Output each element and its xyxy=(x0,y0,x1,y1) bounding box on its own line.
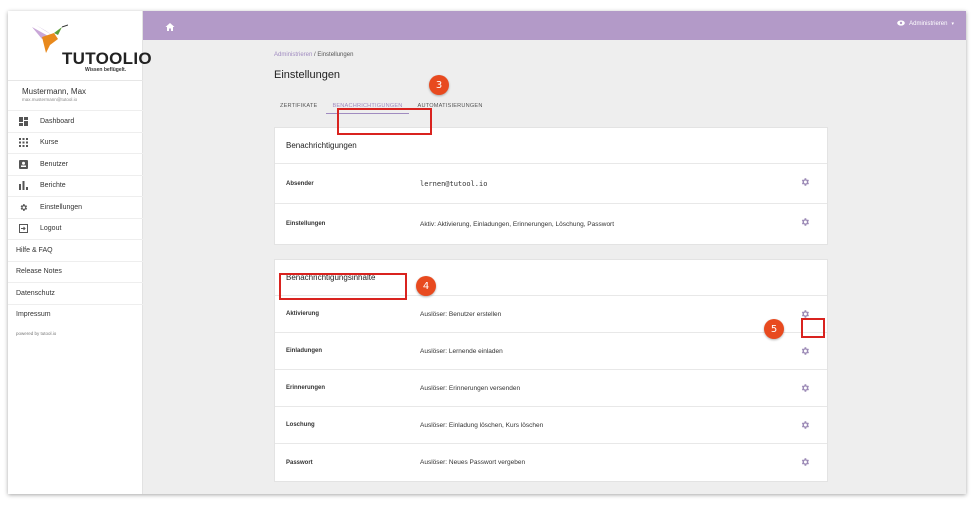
link-hilfe-faq[interactable]: Hilfe & FAQ xyxy=(8,239,143,261)
content-row-loschung: Loschung Auslöser: Einladung löschen, Ku… xyxy=(275,407,827,444)
settings-row-einstellungen: Einstellungen Aktiv: Aktivierung, Einlad… xyxy=(275,204,827,244)
highlight-tab-benachrichtigungen xyxy=(337,108,432,135)
sidebar-item-berichte[interactable]: Berichte xyxy=(8,174,143,197)
content-row-einladungen: Einladungen Auslöser: Lernende einladen xyxy=(275,333,827,370)
row-value: Auslöser: Einladung löschen, Kurs lösche… xyxy=(420,421,544,429)
dashboard-icon xyxy=(18,116,28,126)
sidebar-item-dashboard[interactable]: Dashboard xyxy=(8,110,143,132)
eye-icon xyxy=(897,20,905,28)
card-benachrichtigungen: Benachrichtigungen Absender lernen@tutoo… xyxy=(274,127,828,245)
grid-icon xyxy=(18,138,28,148)
powered-by[interactable]: powered by tutool.io xyxy=(8,331,143,336)
sidebar-nav: Dashboard Kurse Benutzer Berichte Einste… xyxy=(8,110,143,336)
user-email: max.mustermann@tutool.io xyxy=(22,97,78,102)
highlight-card-title xyxy=(279,273,407,300)
breadcrumb-current: Einstellungen xyxy=(317,52,354,58)
home-icon[interactable] xyxy=(165,19,175,31)
tab-zertifikate[interactable]: ZERTIFIKATE xyxy=(274,99,323,114)
sidebar-item-label: Kurse xyxy=(40,139,59,147)
settings-row-absender: Absender lernen@tutool.io xyxy=(275,164,827,204)
gear-icon xyxy=(18,202,28,212)
sidebar-item-einstellungen[interactable]: Einstellungen xyxy=(8,196,143,218)
gear-icon[interactable] xyxy=(800,346,810,356)
row-label: Loschung xyxy=(286,422,315,428)
link-release-notes[interactable]: Release Notes xyxy=(8,260,143,283)
sidebar: TUTOOLIO Wissen beflügelt. Mustermann, M… xyxy=(8,11,152,494)
breadcrumb-parent[interactable]: Administrieren xyxy=(274,52,312,58)
gear-icon[interactable] xyxy=(800,383,810,393)
highlight-gear-aktivierung xyxy=(801,318,825,338)
sidebar-item-logout[interactable]: Logout xyxy=(8,217,143,240)
callout-badge-4: 4 xyxy=(416,276,436,296)
admin-menu[interactable]: Administrieren ▾ xyxy=(897,20,954,28)
row-value: Auslöser: Lernende einladen xyxy=(420,347,503,355)
main-content: Administrieren / Einstellungen Einstellu… xyxy=(143,40,966,494)
row-label: Erinnerungen xyxy=(286,385,326,391)
admin-label: Administrieren xyxy=(909,21,948,27)
sidebar-item-label: Berichte xyxy=(40,182,66,190)
callout-badge-5: 5 xyxy=(764,319,784,339)
user-name: Mustermann, Max xyxy=(22,87,87,96)
gear-icon[interactable] xyxy=(800,420,810,430)
row-label: Aktivierung xyxy=(286,311,320,317)
sidebar-item-benutzer[interactable]: Benutzer xyxy=(8,153,143,175)
content-row-passwort: Passwort Auslöser: Neues Passwort vergeb… xyxy=(275,444,827,481)
page-title: Einstellungen xyxy=(274,69,341,81)
callout-badge-3: 3 xyxy=(429,75,449,95)
link-datenschutz[interactable]: Datenschutz xyxy=(8,282,143,304)
row-label: Absender xyxy=(286,180,314,187)
row-value: lernen@tutool.io xyxy=(420,179,488,188)
row-label: Einladungen xyxy=(286,348,322,354)
gear-icon[interactable] xyxy=(800,177,810,187)
logout-icon xyxy=(18,224,28,234)
top-bar: Administrieren ▾ xyxy=(143,11,966,40)
app-window: TUTOOLIO Wissen beflügelt. Mustermann, M… xyxy=(8,11,966,494)
content-row-aktivierung: Aktivierung Auslöser: Benutzer erstellen xyxy=(275,296,827,333)
link-impressum[interactable]: Impressum xyxy=(8,303,143,326)
sidebar-item-label: Logout xyxy=(40,225,62,233)
breadcrumb-separator: / xyxy=(314,52,316,58)
tutoolio-logo[interactable]: TUTOOLIO Wissen beflügelt. xyxy=(28,23,152,83)
row-value: Auslöser: Erinnerungen versenden xyxy=(420,384,521,392)
row-value: Aktiv: Aktivierung, Einladungen, Erinner… xyxy=(420,220,615,228)
brand-name: TUTOOLIO xyxy=(62,49,152,68)
user-info: Mustermann, Max max.mustermann@tutool.io xyxy=(8,80,143,110)
row-value: Auslöser: Benutzer erstellen xyxy=(420,310,502,318)
row-label: Passwort xyxy=(286,459,313,466)
chevron-down-icon: ▾ xyxy=(951,21,954,27)
sidebar-item-label: Benutzer xyxy=(40,160,69,168)
content-row-erinnerungen: Erinnerungen Auslöser: Erinnerungen vers… xyxy=(275,370,827,407)
sidebar-item-label: Dashboard xyxy=(40,117,75,125)
bar-chart-icon xyxy=(18,181,28,191)
user-card-icon xyxy=(18,159,28,169)
sidebar-item-label: Einstellungen xyxy=(40,203,83,211)
gear-icon[interactable] xyxy=(800,217,810,227)
breadcrumb: Administrieren / Einstellungen xyxy=(274,52,353,58)
brand-tagline: Wissen beflügelt. xyxy=(85,67,127,73)
gear-icon[interactable] xyxy=(800,457,810,467)
row-label: Einstellungen xyxy=(286,221,326,227)
sidebar-item-kurse[interactable]: Kurse xyxy=(8,131,143,154)
row-value: Auslöser: Neues Passwort vergeben xyxy=(420,459,526,466)
